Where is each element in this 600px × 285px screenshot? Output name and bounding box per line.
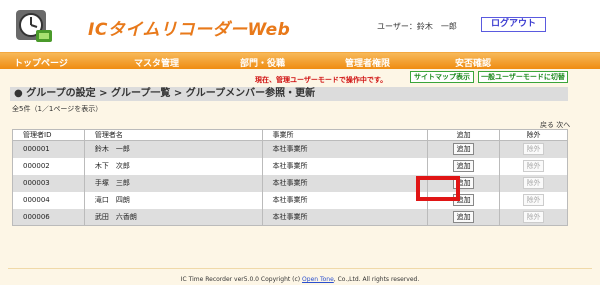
table-row: 000006 武田 六香朗 本社事業所 追加 除外 (12, 208, 568, 226)
col-header-office: 事業所 (261, 129, 429, 141)
footer-suffix: , Co.,Ltd. All rights reserved. (333, 276, 420, 283)
remove-button[interactable]: 除外 (523, 160, 545, 172)
cell-admin-id: 000001 (12, 140, 85, 158)
main-nav: トップページ マスタ管理 部門・役職 管理者権限 安否確認 (0, 52, 600, 69)
member-table: 管理者ID 管理者名 事業所 追加 除外 000001 鈴木 一郎 本社事業所 … (12, 129, 568, 226)
switch-user-mode-button[interactable]: 一般ユーザーモードに切替 (478, 71, 568, 83)
remove-button[interactable]: 除外 (523, 177, 545, 189)
cell-admin-id: 000004 (12, 191, 85, 209)
footer-copyright: IC Time Recorder ver5.0.0 Copyright (c) (180, 276, 301, 283)
app-title: ICタイムリコーダーWeb (88, 20, 291, 40)
header: ICタイムリコーダーWeb ユーザー：鈴木 一郎 ログアウト (0, 0, 600, 52)
col-header-admin-name: 管理者名 (83, 129, 263, 141)
remove-button[interactable]: 除外 (523, 210, 545, 223)
cell-admin-id: 000006 (12, 208, 85, 226)
col-header-add: 追加 (427, 129, 501, 141)
highlight-box (416, 176, 460, 201)
sitemap-button[interactable]: サイトマップ表示 (410, 71, 474, 83)
cell-admin-name: 武田 六香朗 (83, 208, 263, 226)
record-count: 全5件（1／1ページを表示） (12, 105, 103, 113)
nav-item-admin-rights[interactable]: 管理者権限 (345, 56, 390, 69)
cell-admin-name: 手塚 三郎 (83, 174, 263, 192)
cell-office: 本社事業所 (261, 208, 429, 226)
table-row: 000002 木下 次郎 本社事業所 追加 除外 (12, 157, 568, 175)
current-user-label: ユーザー：鈴木 一郎 (377, 22, 457, 31)
logout-button[interactable]: ログアウト (481, 17, 546, 32)
col-header-admin-id: 管理者ID (12, 129, 85, 141)
cell-admin-name: 滝口 四朗 (83, 191, 263, 209)
cell-admin-id: 000002 (12, 157, 85, 175)
col-header-remove: 除外 (499, 129, 568, 141)
nav-item-master[interactable]: マスタ管理 (134, 56, 179, 69)
table-row: 000003 手塚 三郎 本社事業所 追加 除外 (12, 174, 568, 192)
nav-item-department[interactable]: 部門・役職 (240, 56, 285, 69)
footer-company-link[interactable]: Open Tone (302, 276, 334, 283)
footer: IC Time Recorder ver5.0.0 Copyright (c) … (0, 276, 600, 283)
table-row: 000004 滝口 四朗 本社事業所 追加 除外 (12, 191, 568, 209)
pager-next-link[interactable]: 次へ (556, 121, 570, 129)
admin-mode-message: 現在、管理ユーザーモードで操作中です。 (255, 76, 388, 84)
nav-item-top[interactable]: トップページ (14, 56, 68, 69)
cell-admin-name: 木下 次郎 (83, 157, 263, 175)
add-button[interactable]: 追加 (453, 160, 475, 172)
cell-admin-name: 鈴木 一郎 (83, 140, 263, 158)
pager-prev-link[interactable]: 戻る (540, 121, 554, 129)
add-button[interactable]: 追加 (453, 210, 475, 223)
cell-office: 本社事業所 (261, 174, 429, 192)
table-header-row: 管理者ID 管理者名 事業所 追加 除外 (12, 129, 568, 141)
cell-office: 本社事業所 (261, 140, 429, 158)
nav-item-safety-check[interactable]: 安否確認 (455, 56, 491, 69)
remove-button[interactable]: 除外 (523, 194, 545, 206)
cell-office: 本社事業所 (261, 157, 429, 175)
remove-button[interactable]: 除外 (523, 143, 545, 156)
table-row: 000001 鈴木 一郎 本社事業所 追加 除外 (12, 140, 568, 158)
breadcrumb: ● グループの設定 > グループ一覧 > グループメンバー参照・更新 (14, 88, 316, 99)
clock-logo-icon (16, 10, 52, 42)
cell-office: 本社事業所 (261, 191, 429, 209)
footer-divider (8, 268, 592, 269)
add-button[interactable]: 追加 (453, 143, 475, 156)
cell-admin-id: 000003 (12, 174, 85, 192)
